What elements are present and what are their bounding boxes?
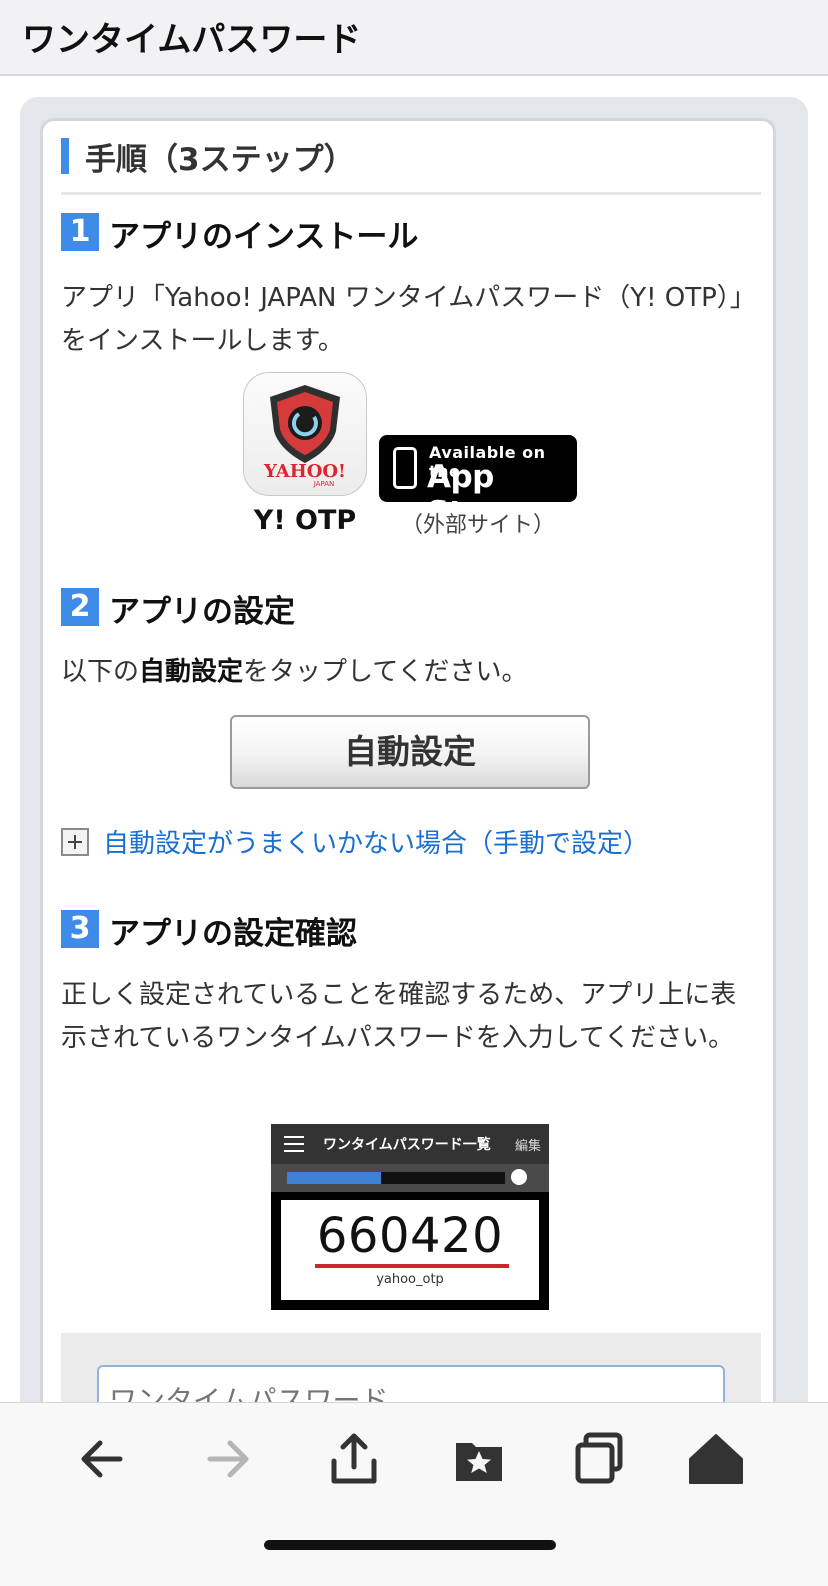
otp-account-name: yahoo_otp: [376, 1272, 444, 1287]
desc-prefix: 以下の: [61, 657, 140, 687]
forward-arrow-icon[interactable]: [198, 1431, 258, 1487]
home-indicator: [264, 1540, 556, 1550]
iphone-icon: [393, 447, 417, 489]
step-title: アプリのインストール: [109, 219, 419, 255]
otp-timer-row: [271, 1164, 549, 1192]
step-title: アプリの設定確認: [109, 916, 357, 952]
app-store-badge[interactable]: Available on the App Store: [379, 435, 577, 531]
svg-text:JAPAN: JAPAN: [313, 480, 335, 488]
step-title: アプリの設定: [109, 594, 295, 630]
page-header: ワンタイムパスワード: [0, 0, 828, 76]
otp-code-card: 660420 yahoo_otp: [281, 1200, 539, 1300]
chevron-down-icon: [511, 1169, 527, 1185]
otp-app-topbar: ワンタイムパスワード一覧 編集: [271, 1124, 549, 1164]
desc-suffix: をタップしてください。: [243, 657, 528, 687]
otp-app-screenshot: ワンタイムパスワード一覧 編集 660420 yahoo_otp: [271, 1124, 549, 1310]
plus-expand-icon[interactable]: [61, 828, 89, 856]
step-number-badge: 3: [61, 910, 99, 948]
otp-edit-label: 編集: [514, 1139, 541, 1154]
step-3-description: 正しく設定されていることを確認するため、アプリ上に表示されているワンタイムパスワ…: [61, 980, 737, 1053]
section-header: 手順（3ステップ）: [61, 138, 761, 195]
otp-timer-fill: [287, 1172, 381, 1184]
step-2-description: 以下の自動設定をタップしてください。: [61, 651, 751, 694]
step-number-badge: 1: [61, 213, 99, 251]
section-accent-bar: [61, 138, 69, 174]
share-icon[interactable]: [324, 1431, 384, 1487]
otp-code: 660420: [316, 1208, 504, 1264]
otp-app-icon[interactable]: YAHOO! JAPAN: [243, 372, 367, 496]
otp-list-title: ワンタイムパスワード一覧: [323, 1137, 491, 1153]
svg-text:YAHOO!: YAHOO!: [263, 461, 346, 482]
tabs-icon[interactable]: [570, 1431, 630, 1487]
manual-setup-link[interactable]: 自動設定がうまくいかない場合（手動で設定）: [103, 823, 649, 860]
hamburger-menu-icon: [284, 1136, 304, 1152]
app-name-label: Y! OTP: [253, 505, 357, 536]
step-number-badge: 2: [61, 588, 99, 626]
home-icon[interactable]: [686, 1431, 746, 1487]
bookmarks-icon[interactable]: [450, 1431, 510, 1487]
section-title: 手順（3ステップ）: [85, 142, 355, 178]
otp-timer-track: [287, 1172, 505, 1184]
shield-icon: YAHOO! JAPAN: [263, 385, 346, 488]
back-arrow-icon[interactable]: [72, 1431, 132, 1487]
browser-toolbar: [0, 1402, 828, 1586]
step-1-description: アプリ「Yahoo! JAPAN ワンタイムパスワード（Y! OTP）」をインス…: [61, 283, 743, 356]
external-site-note: （外部サイト）: [400, 513, 555, 538]
page-title: ワンタイムパスワード: [22, 20, 362, 60]
steps-panel: 手順（3ステップ） 1 アプリのインストール アプリ「Yahoo! JAPAN …: [40, 118, 776, 1438]
desc-bold: 自動設定: [139, 657, 244, 687]
auto-setup-button[interactable]: 自動設定: [230, 715, 590, 789]
otp-code-underline: [315, 1264, 509, 1268]
